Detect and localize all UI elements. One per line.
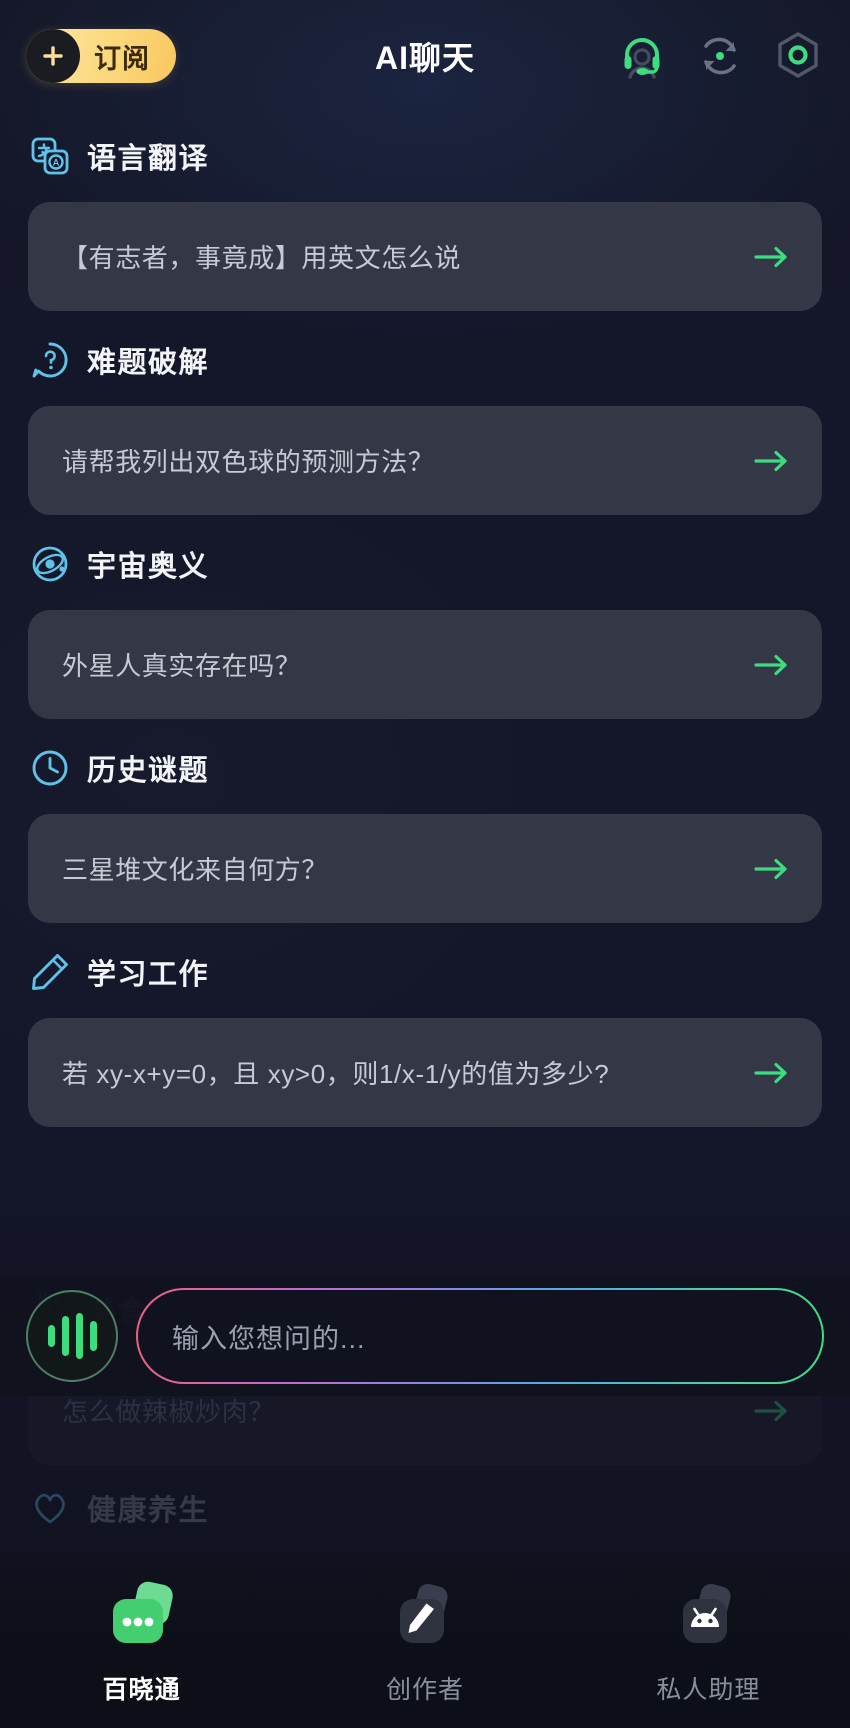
plus-icon [26,29,80,83]
clock-icon [30,748,70,788]
section-cosmos: 宇宙奥义 外星人真实存在吗？ [0,520,850,719]
headset-support-icon[interactable] [616,30,668,82]
section-study-work: 学习工作 若 xy-x+y=0，且 xy>0，则1/x-1/y的值为多少? [0,928,850,1127]
svg-text:A: A [53,158,60,168]
tab-label: 百晓通 [102,1676,181,1704]
tab-label: 私人助理 [656,1676,761,1704]
section-health: 健康养生 [0,1470,850,1536]
chat-bubble-icon [96,1570,188,1662]
prompt-text: 外星人真实存在吗？ [62,651,302,681]
search-input[interactable]: 输入您想问的... [138,1290,822,1382]
subscribe-label: 订阅 [94,43,150,74]
section-history: 历史谜题 三星堆文化来自何方？ [0,724,850,923]
search-input-placeholder: 输入您想问的... [172,1323,366,1354]
section-header: 学习工作 [0,928,850,1000]
section-header: 难题破解 [0,316,850,388]
tab-baixiaotong[interactable]: 百晓通 [0,1570,283,1706]
section-header: 健康养生 [0,1470,850,1536]
app-root: 订阅 AI聊天 A 语言翻译 【有志者，事竟成】用英文怎么说 难题破解 请帮我列… [0,0,850,1728]
prompt-text: 怎么做辣椒炒肉？ [62,1397,275,1427]
prompt-text: 三星堆文化来自何方？ [62,855,329,885]
atom-orbit-icon [30,544,70,584]
health-icon [30,1488,70,1528]
bottom-navigation: 百晓通 创作者 私人助理 [0,1556,850,1728]
section-title: 健康养生 [87,1495,210,1527]
prompt-card[interactable]: 【有志者，事竟成】用英文怎么说 [28,202,822,311]
section-title: 难题破解 [87,347,210,379]
pencil-icon [30,952,70,992]
prompt-text: 若 xy-x+y=0，且 xy>0，则1/x-1/y的值为多少? [62,1059,610,1089]
header-icon-group [616,30,824,82]
prompt-text: 【有志者，事竟成】用英文怎么说 [62,243,462,273]
question-circle-icon [30,340,70,380]
tab-personal-assistant[interactable]: 私人助理 [567,1570,850,1706]
app-header: 订阅 AI聊天 [0,0,850,112]
prompt-card[interactable]: 若 xy-x+y=0，且 xy>0，则1/x-1/y的值为多少? [28,1018,822,1127]
prompt-text: 请帮我列出双色球的预测方法？ [62,447,435,477]
prompt-sections-list: A 语言翻译 【有志者，事竟成】用英文怎么说 难题破解 请帮我列出双色球的预测方… [0,112,850,1152]
voice-waveform-icon[interactable] [26,1290,118,1382]
refresh-sync-icon[interactable] [694,30,746,82]
section-title: 历史谜题 [87,755,210,787]
waveform-bars [47,1313,97,1359]
section-title: 宇宙奥义 [87,551,210,583]
prompt-card[interactable]: 请帮我列出双色球的预测方法？ [28,406,822,515]
arrow-right-icon[interactable] [752,447,792,475]
arrow-right-icon[interactable] [752,855,792,883]
arrow-right-icon[interactable] [752,1397,792,1425]
robot-assistant-icon [662,1570,754,1662]
section-problem-solving: 难题破解 请帮我列出双色球的预测方法？ [0,316,850,515]
arrow-right-icon[interactable] [752,1059,792,1087]
search-input-wrapper[interactable]: 输入您想问的... [136,1288,824,1384]
section-title: 学习工作 [87,959,210,991]
tab-creator[interactable]: 创作者 [283,1570,566,1706]
section-translate: A 语言翻译 【有志者，事竟成】用英文怎么说 [0,112,850,311]
section-title: 语言翻译 [87,143,210,175]
section-header: 宇宙奥义 [0,520,850,592]
section-header: 历史谜题 [0,724,850,796]
prompt-card[interactable]: 三星堆文化来自何方？ [28,814,822,923]
section-header: A 语言翻译 [0,112,850,184]
prompt-card[interactable]: 外星人真实存在吗？ [28,610,822,719]
arrow-right-icon[interactable] [752,651,792,679]
hexagon-settings-icon[interactable] [772,30,824,82]
message-input-bar: 输入您想问的... [0,1276,850,1396]
subscribe-button[interactable]: 订阅 [26,29,176,83]
translate-icon: A [30,136,70,176]
pen-creator-icon [379,1570,471,1662]
arrow-right-icon[interactable] [752,243,792,271]
tab-label: 创作者 [385,1676,464,1704]
